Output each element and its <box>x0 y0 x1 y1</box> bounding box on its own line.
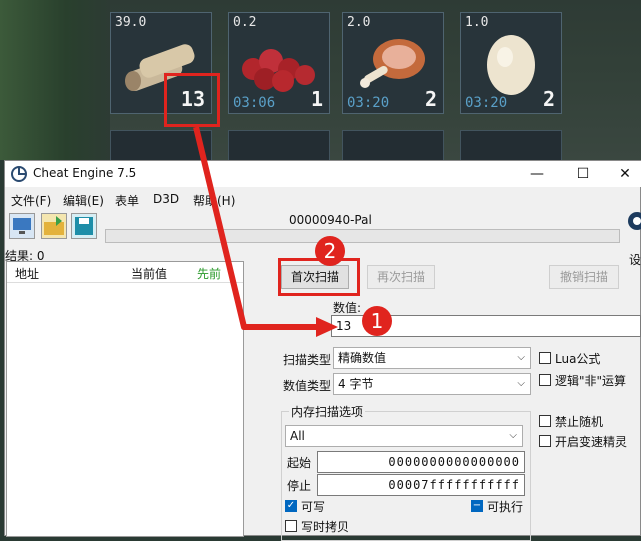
annotation-arrow <box>193 126 338 337</box>
step-2-badge: 2 <box>315 236 345 266</box>
step-1-badge: 1 <box>362 306 392 336</box>
